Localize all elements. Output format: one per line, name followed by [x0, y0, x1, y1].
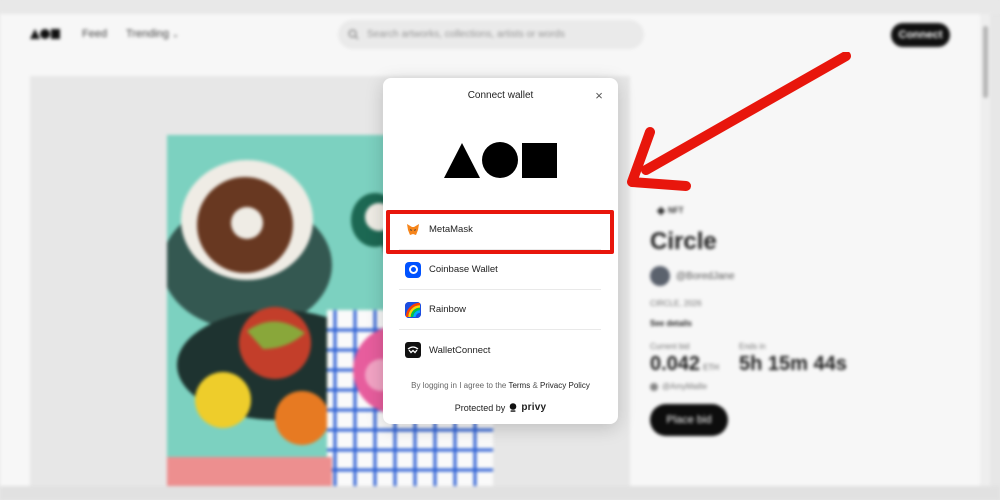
terms-link[interactable]: Terms	[508, 381, 530, 390]
wallet-list: MetaMask Coinbase Wallet Rainbow WalletC…	[399, 210, 601, 370]
wallet-option-metamask[interactable]: MetaMask	[399, 210, 601, 250]
close-icon[interactable]: ×	[592, 89, 606, 103]
walletconnect-icon	[405, 342, 421, 358]
connect-wallet-modal: Connect wallet × MetaMask Coinbase Walle…	[383, 78, 618, 424]
wallet-label: WalletConnect	[429, 344, 491, 356]
rainbow-icon	[405, 301, 421, 318]
privy-logo-icon	[510, 403, 517, 412]
wallet-label: MetaMask	[429, 224, 473, 235]
protected-by-privy: Protected by privy	[383, 402, 618, 413]
triangle-circle-square-logo-icon	[444, 142, 557, 178]
wallet-option-rainbow[interactable]: Rainbow	[399, 290, 601, 330]
terms-notice: By logging in I agree to the Terms & Pri…	[383, 381, 618, 390]
wallet-label: Coinbase Wallet	[429, 264, 498, 275]
brand-logo	[444, 142, 557, 183]
terms-and: &	[532, 381, 538, 390]
protected-by-label: Protected by	[454, 402, 506, 413]
wallet-option-coinbase[interactable]: Coinbase Wallet	[399, 250, 601, 290]
privy-wordmark: privy	[521, 402, 547, 413]
wallet-label: Rainbow	[429, 304, 466, 315]
modal-title: Connect wallet	[467, 90, 534, 101]
wallet-option-walletconnect[interactable]: WalletConnect	[399, 330, 601, 370]
metamask-fox-icon	[405, 222, 421, 238]
terms-prefix: By logging in I agree to the	[411, 381, 507, 390]
privacy-policy-link[interactable]: Privacy Policy	[540, 381, 590, 390]
coinbase-icon	[405, 261, 421, 278]
